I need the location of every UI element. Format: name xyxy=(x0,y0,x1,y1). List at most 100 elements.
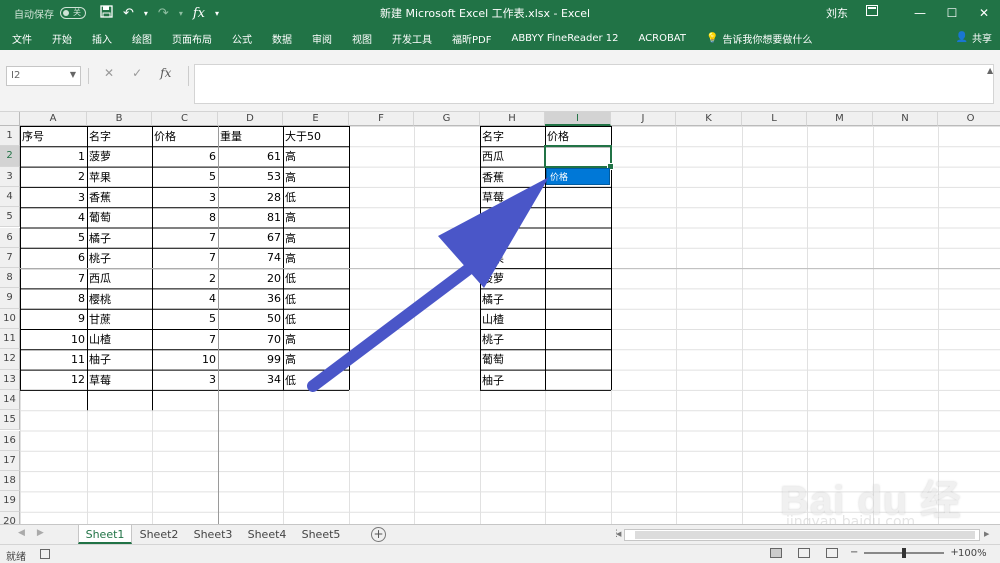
table1-cell[interactable]: 70 xyxy=(218,329,283,349)
table1-cell[interactable]: 36 xyxy=(218,288,283,308)
table1-cell[interactable]: 20 xyxy=(218,268,283,288)
table1-cell[interactable]: 4 xyxy=(20,207,87,227)
table1-cell[interactable]: 低 xyxy=(283,187,349,207)
table1-cell[interactable]: 低 xyxy=(283,370,349,390)
table1-cell[interactable]: 2 xyxy=(20,167,87,187)
table1-cell[interactable]: 7 xyxy=(152,248,218,268)
table1-cell[interactable]: 11 xyxy=(20,349,87,369)
ribbon-tab-0[interactable]: 文件 xyxy=(0,31,42,46)
table1-cell[interactable]: 葡萄 xyxy=(87,207,152,227)
function-icon[interactable]: fx xyxy=(193,6,205,21)
table1-header-cell[interactable]: 价格 xyxy=(152,126,218,146)
table1-cell[interactable]: 樱桃 xyxy=(87,288,152,308)
autosave-toggle[interactable]: 关 xyxy=(60,7,86,19)
table1-header-cell[interactable]: 大于50 xyxy=(283,126,349,146)
table2-name-cell[interactable]: 桃子 xyxy=(480,329,545,349)
next-sheet-icon[interactable]: ▶ xyxy=(37,528,44,538)
formula-expand-icon[interactable]: ▲ xyxy=(987,66,993,75)
prev-sheet-icon[interactable]: ◀ xyxy=(18,528,25,538)
table1-cell[interactable]: 12 xyxy=(20,370,87,390)
table1-cell[interactable]: 低 xyxy=(283,288,349,308)
sheet-tab-3[interactable]: Sheet3 xyxy=(186,525,240,544)
ribbon-tab-1[interactable]: 开始 xyxy=(42,31,82,46)
table2-name-cell[interactable]: 樱桃 xyxy=(480,207,545,227)
maximize-icon[interactable]: ☐ xyxy=(936,0,968,26)
redo-icon[interactable]: ↷ xyxy=(158,6,169,21)
table1-cell[interactable]: 5 xyxy=(20,228,87,248)
table1-cell[interactable]: 低 xyxy=(283,268,349,288)
undo-icon[interactable]: ↶ xyxy=(123,6,134,21)
zoom-level[interactable]: 100% xyxy=(958,548,987,559)
table1-cell[interactable]: 28 xyxy=(218,187,283,207)
tell-me-search[interactable]: 💡 告诉我你想要做什么 xyxy=(696,31,812,46)
ribbon-tab-12[interactable]: ACROBAT xyxy=(628,33,696,44)
table2-name-cell[interactable]: 西瓜 xyxy=(480,146,545,166)
table1-cell[interactable]: 高 xyxy=(283,207,349,227)
macro-record-icon[interactable] xyxy=(40,549,50,559)
table1-cell[interactable]: 西瓜 xyxy=(87,268,152,288)
table1-cell[interactable]: 8 xyxy=(152,207,218,227)
sheet-tab-1[interactable]: Sheet1 xyxy=(78,525,132,544)
scrollbar-thumb[interactable] xyxy=(635,531,975,539)
table2-name-cell[interactable]: 橘子 xyxy=(480,288,545,308)
horizontal-scrollbar[interactable] xyxy=(624,529,980,541)
ribbon-tab-5[interactable]: 公式 xyxy=(222,31,262,46)
customize-toolbar-icon[interactable]: ▾ xyxy=(215,9,219,18)
share-button[interactable]: 👤 共享 xyxy=(956,30,992,45)
ribbon-display-options-icon[interactable] xyxy=(866,5,878,19)
table2-name-cell[interactable]: 菠萝 xyxy=(480,268,545,288)
table1-cell[interactable]: 香蕉 xyxy=(87,187,152,207)
sheet-tab-2[interactable]: Sheet2 xyxy=(132,525,186,544)
table1-cell[interactable]: 高 xyxy=(283,349,349,369)
table1-cell[interactable]: 10 xyxy=(152,349,218,369)
table1-cell[interactable]: 5 xyxy=(152,167,218,187)
table1-cell[interactable]: 3 xyxy=(152,187,218,207)
table1-cell[interactable]: 3 xyxy=(20,187,87,207)
table1-cell[interactable]: 5 xyxy=(152,309,218,329)
selected-cell-i2[interactable] xyxy=(544,145,614,170)
table1-cell[interactable]: 3 xyxy=(152,370,218,390)
table1-cell[interactable]: 4 xyxy=(152,288,218,308)
table1-cell[interactable]: 草莓 xyxy=(87,370,152,390)
add-sheet-button[interactable]: + xyxy=(371,527,386,542)
ribbon-tab-7[interactable]: 审阅 xyxy=(302,31,342,46)
ribbon-tab-9[interactable]: 开发工具 xyxy=(382,31,442,46)
zoom-out-icon[interactable]: − xyxy=(850,547,858,558)
sheet-tab-5[interactable]: Sheet5 xyxy=(294,525,348,544)
table1-cell[interactable]: 10 xyxy=(20,329,87,349)
zoom-slider[interactable] xyxy=(864,547,945,558)
ribbon-tab-11[interactable]: ABBYY FineReader 12 xyxy=(501,33,628,44)
normal-view-icon[interactable] xyxy=(770,548,782,558)
dropdown-list-option[interactable]: 价格 xyxy=(546,167,610,185)
table2-header-cell[interactable]: 价格 xyxy=(545,126,611,146)
ribbon-tab-2[interactable]: 插入 xyxy=(82,31,122,46)
table1-cell[interactable]: 高 xyxy=(283,228,349,248)
scroll-right-icon[interactable]: ▶ xyxy=(984,530,989,538)
table1-cell[interactable]: 苹果 xyxy=(87,167,152,187)
scroll-left-icon[interactable]: ◀ xyxy=(616,530,621,538)
undo-dropdown-icon[interactable]: ▾ xyxy=(144,9,148,18)
table1-cell[interactable]: 柚子 xyxy=(87,349,152,369)
table1-cell[interactable]: 菠萝 xyxy=(87,146,152,166)
minimize-icon[interactable]: — xyxy=(904,0,936,26)
table2-name-cell[interactable]: 苹果 xyxy=(480,248,545,268)
name-box[interactable]: I2 ▼ xyxy=(6,66,81,86)
table1-cell[interactable]: 6 xyxy=(152,146,218,166)
table1-cell[interactable]: 67 xyxy=(218,228,283,248)
table1-cell[interactable]: 2 xyxy=(152,268,218,288)
table1-cell[interactable]: 53 xyxy=(218,167,283,187)
sheet-tab-4[interactable]: Sheet4 xyxy=(240,525,294,544)
table2-name-cell[interactable]: 柚子 xyxy=(480,370,545,390)
table1-cell[interactable]: 桃子 xyxy=(87,248,152,268)
page-layout-view-icon[interactable] xyxy=(798,548,810,558)
table2-name-cell[interactable]: 香蕉 xyxy=(480,167,545,187)
table1-cell[interactable]: 7 xyxy=(152,228,218,248)
table1-header-cell[interactable]: 序号 xyxy=(20,126,87,146)
table1-cell[interactable]: 7 xyxy=(20,268,87,288)
cancel-icon[interactable]: ✕ xyxy=(104,66,114,80)
ribbon-tab-4[interactable]: 页面布局 xyxy=(162,31,222,46)
redo-dropdown-icon[interactable]: ▾ xyxy=(179,9,183,18)
table1-header-cell[interactable]: 重量 xyxy=(218,126,283,146)
table2-header-cell[interactable]: 名字 xyxy=(480,126,545,146)
table1-cell[interactable]: 50 xyxy=(218,309,283,329)
